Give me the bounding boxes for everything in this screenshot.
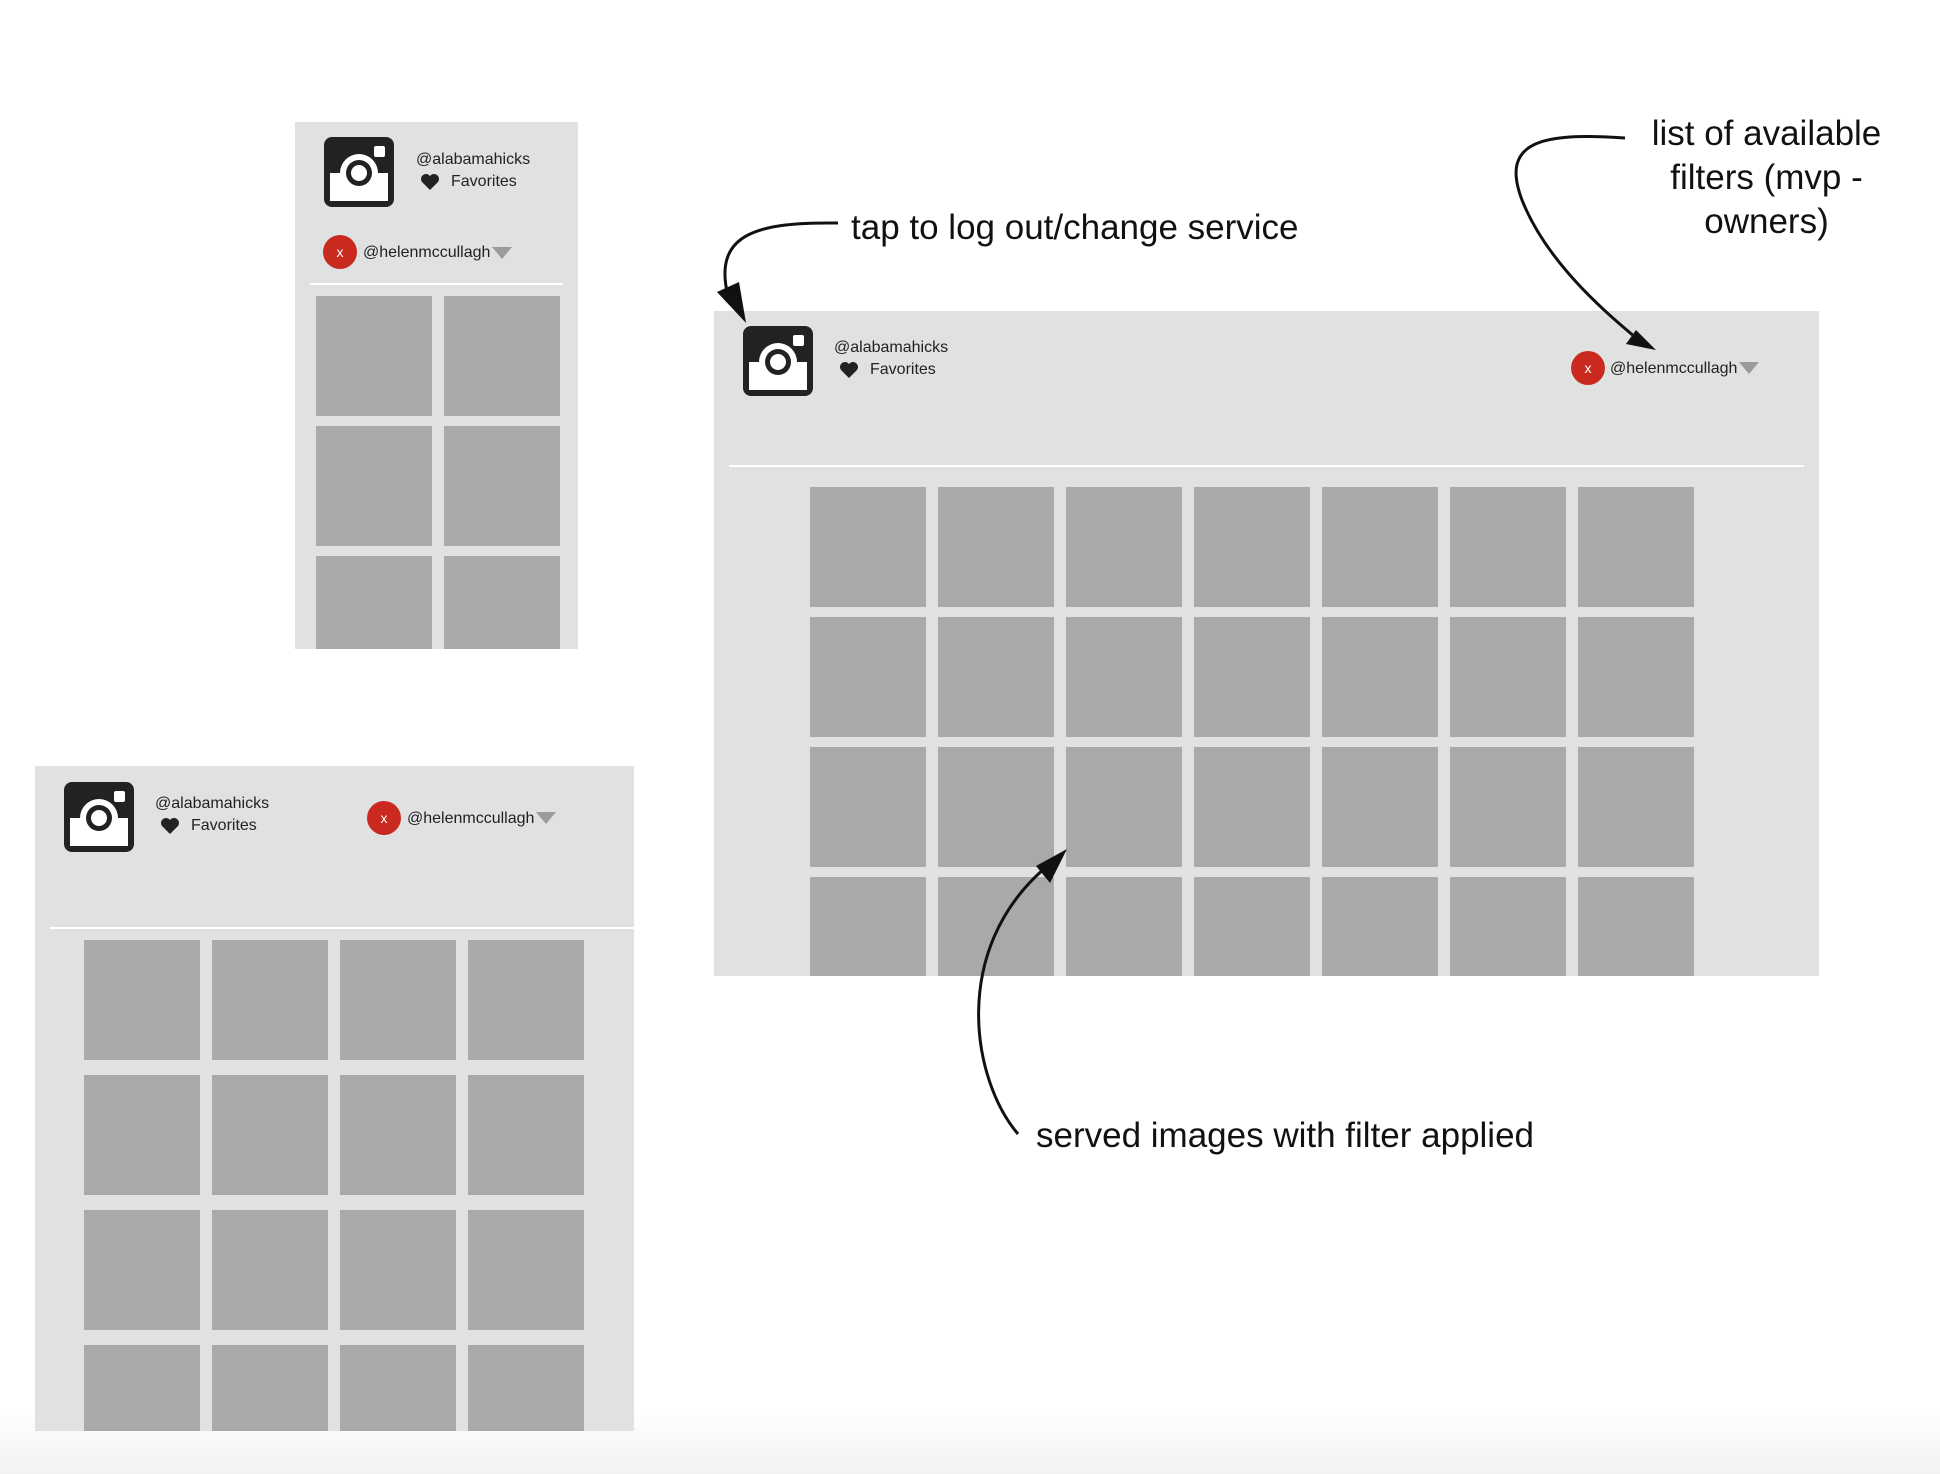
image-thumbnail[interactable] (444, 426, 560, 546)
favorites-link[interactable]: Favorites (191, 817, 257, 835)
image-thumbnail[interactable] (1578, 617, 1694, 737)
user-name[interactable]: @helenmccullagh (407, 810, 534, 828)
instagram-icon[interactable] (743, 326, 813, 396)
image-thumbnail[interactable] (212, 1075, 328, 1195)
caret-down-icon[interactable] (492, 247, 512, 259)
logout-arrow (723, 221, 839, 297)
image-thumbnail[interactable] (810, 487, 926, 607)
image-thumbnail[interactable] (1066, 617, 1182, 737)
caret-down-icon[interactable] (1739, 362, 1759, 374)
image-thumbnail[interactable] (340, 940, 456, 1060)
image-thumbnail[interactable] (84, 1210, 200, 1330)
image-thumbnail[interactable] (1194, 487, 1310, 607)
image-thumbnail[interactable] (1322, 747, 1438, 867)
account-handle: @alabamahicks (834, 339, 949, 356)
image-thumbnail[interactable] (468, 1075, 584, 1195)
image-thumbnail[interactable] (1322, 877, 1438, 976)
divider (50, 927, 634, 929)
image-thumbnail[interactable] (316, 296, 432, 416)
image-thumbnail[interactable] (340, 1345, 456, 1431)
heart-icon[interactable] (160, 817, 180, 835)
image-thumbnail[interactable] (938, 877, 1054, 976)
user-name[interactable]: @helenmccullagh (363, 244, 490, 262)
image-thumbnail[interactable] (84, 1075, 200, 1195)
image-thumbnail[interactable] (212, 940, 328, 1060)
image-thumbnail[interactable] (1066, 487, 1182, 607)
image-thumbnail[interactable] (1578, 487, 1694, 607)
image-thumbnail[interactable] (1578, 877, 1694, 976)
logout-annotation: tap to log out/change service (851, 208, 1299, 247)
instagram-icon[interactable] (64, 782, 134, 852)
account-handle: @alabamahicks (155, 795, 270, 812)
image-thumbnail[interactable] (1578, 747, 1694, 867)
image-thumbnail[interactable] (1194, 747, 1310, 867)
image-thumbnail[interactable] (810, 747, 926, 867)
user-avatar[interactable]: x (323, 235, 357, 269)
image-thumbnail[interactable] (810, 877, 926, 976)
tablet-mockup: @alabamahicks Favorites x @helenmccullag… (35, 766, 634, 1431)
filters-annotation-line: owners) (1704, 202, 1829, 241)
image-thumbnail[interactable] (1322, 617, 1438, 737)
image-thumbnail[interactable] (468, 940, 584, 1060)
caret-down-icon[interactable] (536, 812, 556, 824)
image-thumbnail[interactable] (84, 1345, 200, 1431)
desktop-mockup: @alabamahicks Favorites x @helenmccullag… (714, 311, 1819, 976)
image-thumbnail[interactable] (1322, 487, 1438, 607)
image-thumbnail[interactable] (340, 1210, 456, 1330)
divider (729, 465, 1804, 467)
divider (310, 283, 563, 285)
favorites-link[interactable]: Favorites (451, 173, 517, 191)
image-thumbnail[interactable] (938, 747, 1054, 867)
image-thumbnail[interactable] (938, 617, 1054, 737)
image-thumbnail[interactable] (1450, 747, 1566, 867)
image-thumbnail[interactable] (1194, 617, 1310, 737)
image-thumbnail[interactable] (316, 426, 432, 546)
image-thumbnail[interactable] (84, 940, 200, 1060)
image-thumbnail[interactable] (1450, 487, 1566, 607)
image-thumbnail[interactable] (1194, 877, 1310, 976)
user-name[interactable]: @helenmccullagh (1610, 360, 1737, 378)
filters-annotation-line: filters (mvp - (1670, 158, 1863, 197)
image-thumbnail[interactable] (468, 1345, 584, 1431)
image-thumbnail[interactable] (938, 487, 1054, 607)
heart-icon[interactable] (420, 173, 440, 191)
phone-mockup: @alabamahicks Favorites x @helenmccullag… (295, 122, 578, 649)
user-avatar[interactable]: x (1571, 351, 1605, 385)
image-thumbnail[interactable] (316, 556, 432, 649)
image-thumbnail[interactable] (1450, 617, 1566, 737)
served-annotation: served images with filter applied (1036, 1116, 1535, 1155)
image-thumbnail[interactable] (340, 1075, 456, 1195)
image-thumbnail[interactable] (810, 617, 926, 737)
image-thumbnail[interactable] (212, 1345, 328, 1431)
heart-icon[interactable] (839, 361, 859, 379)
image-thumbnail[interactable] (1066, 877, 1182, 976)
image-thumbnail[interactable] (444, 296, 560, 416)
image-thumbnail[interactable] (444, 556, 560, 649)
instagram-icon[interactable] (324, 137, 394, 207)
image-thumbnail[interactable] (212, 1210, 328, 1330)
image-thumbnail[interactable] (1066, 747, 1182, 867)
filters-annotation-line: list of available (1651, 114, 1882, 153)
favorites-link[interactable]: Favorites (870, 361, 936, 379)
account-handle: @alabamahicks (416, 151, 531, 168)
filters-annotation: list of available filters (mvp - owners) (1600, 112, 1933, 244)
user-avatar[interactable]: x (367, 801, 401, 835)
image-thumbnail[interactable] (468, 1210, 584, 1330)
image-thumbnail[interactable] (1450, 877, 1566, 976)
